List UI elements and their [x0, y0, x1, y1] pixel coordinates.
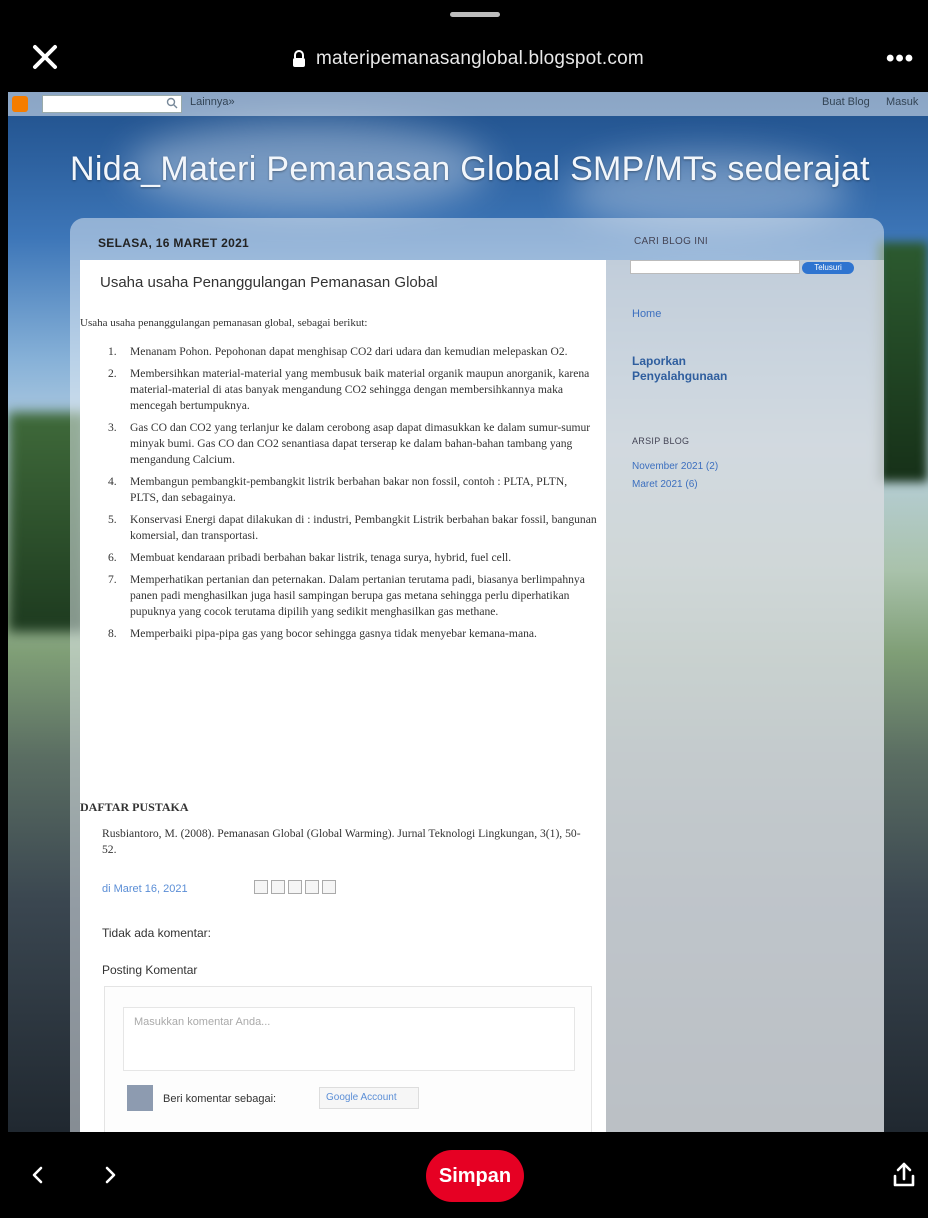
account-select[interactable]: Google Account [319, 1087, 419, 1109]
url-text: materipemanasanglobal.blogspot.com [316, 48, 644, 69]
comment-as-label: Beri komentar sebagai: [163, 1093, 277, 1105]
create-blog-link[interactable]: Buat Blog [822, 96, 870, 108]
search-icon[interactable] [166, 97, 178, 109]
navbar-next-link[interactable]: Lainnya» [190, 96, 235, 108]
archive-list: November 2021 (2) Maret 2021 (6) [632, 458, 718, 494]
save-button[interactable]: Simpan [426, 1150, 524, 1202]
facebook-share-icon[interactable] [305, 880, 319, 894]
post-list: 1. Menanam Pohon. Pepohonan dapat menghis… [108, 344, 598, 648]
post-timestamp-link[interactable]: di Maret 16, 2021 [102, 883, 188, 895]
list-item: 2. Membersihkan material-material yang me… [108, 367, 590, 412]
references-text: Rusbiantoro, M. (2008). Pemanasan Global… [102, 827, 581, 856]
address-bar[interactable]: materipemanasanglobal.blogspot.com [292, 44, 644, 74]
comment-input[interactable]: Masukkan komentar Anda... [123, 1007, 575, 1071]
chevron-right-icon [105, 1166, 116, 1184]
more-options-button[interactable]: ••• [886, 44, 922, 74]
lock-icon [293, 50, 305, 67]
archive-title: ARSIP BLOG [632, 436, 690, 446]
avatar [127, 1085, 153, 1111]
references-heading: DAFTAR PUSTAKA [80, 800, 189, 814]
sidebar: CARI BLOG INI Telusuri Home Laporkan Pen… [606, 236, 884, 1132]
share-button[interactable] [890, 1160, 918, 1190]
background-trees [878, 242, 928, 482]
close-icon [33, 45, 57, 69]
archive-item[interactable]: November 2021 (2) [632, 458, 718, 476]
list-item: 3. Gas CO dan CO2 yang terlanjur ke dalam… [108, 421, 591, 466]
share-buttons [254, 880, 338, 898]
forward-button[interactable] [98, 1160, 122, 1190]
list-item: 1. Menanam Pohon. Pepohonan dapat menghis… [108, 345, 568, 358]
browser-frame: materipemanasanglobal.blogspot.com ••• L… [0, 0, 928, 1218]
blog-share-icon[interactable] [271, 880, 285, 894]
pinterest-share-icon[interactable] [322, 880, 336, 894]
post-comment-heading: Posting Komentar [102, 963, 198, 977]
share-icon [893, 1162, 915, 1187]
blog-title[interactable]: Nida_Materi Pemanasan Global SMP/MTs sed… [70, 150, 870, 189]
sidebar-search-button[interactable]: Telusuri [802, 262, 854, 274]
comment-form: Masukkan komentar Anda... Beri komentar … [104, 986, 592, 1132]
web-page-viewport: Lainnya» Buat Blog Masuk Nida_Materi Pem… [8, 92, 928, 1132]
post-intro: Usaha usaha penanggulangan pemanasan glo… [80, 317, 368, 329]
blog-post: Usaha usaha Penanggulangan Pemanasan Glo… [80, 260, 606, 1132]
date-header: SELASA, 16 MARET 2021 [98, 236, 250, 250]
sign-in-link[interactable]: Masuk [886, 96, 918, 108]
back-button[interactable] [26, 1160, 50, 1190]
archive-item[interactable]: Maret 2021 (6) [632, 476, 718, 494]
list-item: 4. Membangun pembangkit-pembangkit listri… [108, 475, 568, 504]
report-abuse-link[interactable]: Laporkan Penyalahgunaan [632, 354, 742, 384]
list-item: 6. Membuat kendaraan pribadi berbahan bak… [108, 551, 512, 564]
blogger-logo-icon[interactable] [12, 96, 28, 112]
blogger-navbar: Lainnya» Buat Blog Masuk [8, 92, 928, 116]
list-item: 5. Konservasi Energi dapat dilakukan di :… [108, 513, 597, 542]
close-button[interactable] [28, 40, 62, 74]
sidebar-search-title: CARI BLOG INI [634, 236, 708, 247]
comments-count: Tidak ada komentar: [102, 926, 211, 940]
list-item: 8. Memperbaiki pipa-pipa gas yang bocor s… [108, 627, 537, 640]
sidebar-search-input[interactable] [630, 260, 800, 274]
twitter-share-icon[interactable] [288, 880, 302, 894]
list-item: 7. Memperhatikan pertanian dan peternakan… [108, 573, 585, 618]
drag-handle[interactable] [450, 12, 500, 17]
email-share-icon[interactable] [254, 880, 268, 894]
chevron-left-icon [32, 1166, 43, 1184]
browser-top-bar: materipemanasanglobal.blogspot.com ••• [0, 0, 928, 92]
post-title[interactable]: Usaha usaha Penanggulangan Pemanasan Glo… [100, 274, 438, 291]
sidebar-home-link[interactable]: Home [632, 308, 661, 320]
navbar-search-input[interactable] [42, 95, 182, 113]
